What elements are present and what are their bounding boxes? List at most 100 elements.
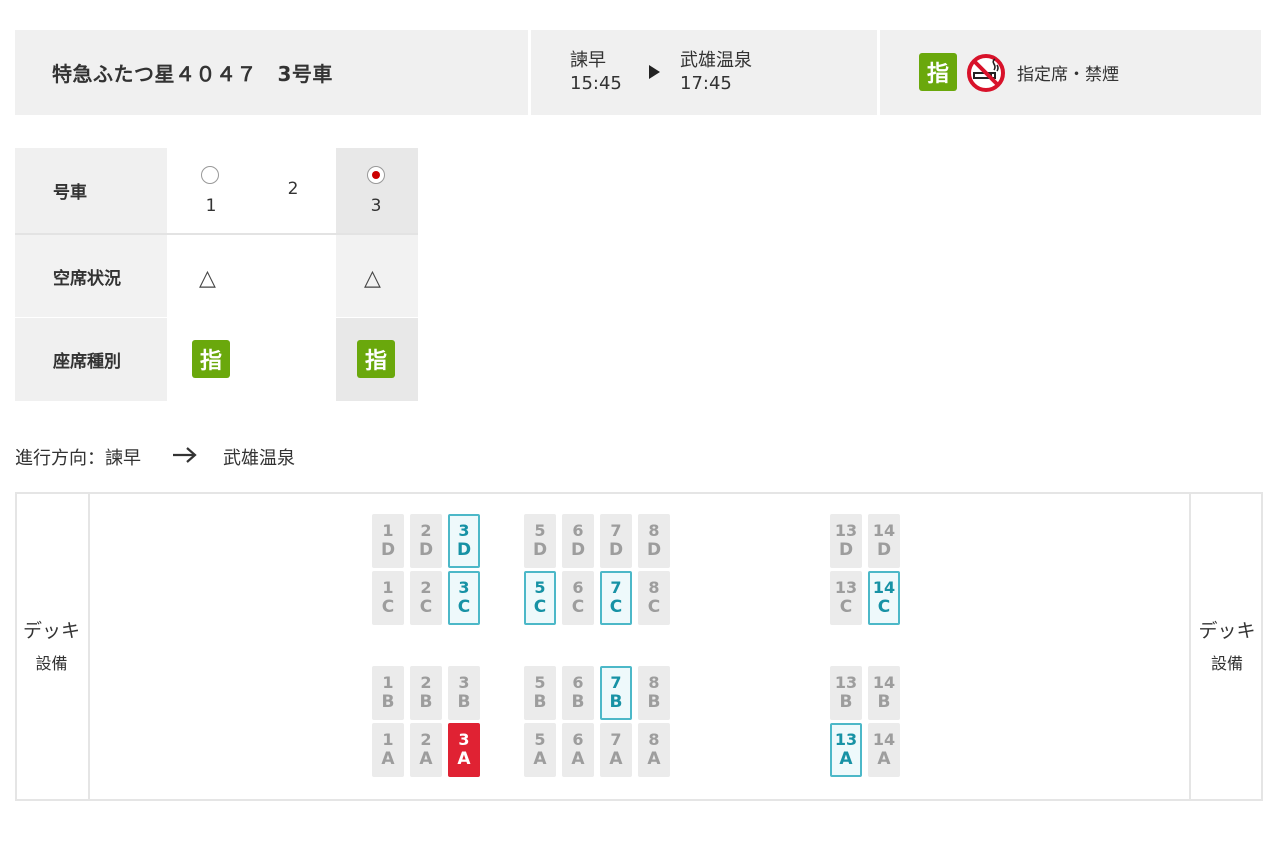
seat-row-number: 14 [872,672,896,692]
seat-letter: C [571,597,585,618]
seat-letter: B [381,692,395,713]
seat-row-number: 3 [458,672,470,692]
seat-letter: A [533,749,547,770]
direction-arrow-icon [173,447,197,463]
car-3-reserved-badge: 指 [357,340,395,378]
seat-1C: 1C [372,571,404,625]
seat-2D: 2D [410,514,442,568]
no-smoking-icon [967,54,1005,92]
seat-8A: 8A [638,723,670,777]
seat-row-number: 6 [572,672,584,692]
deck-left-label: デッキ [22,620,80,642]
seat-letter: C [647,597,661,618]
seat-5D: 5D [524,514,556,568]
car-number-row-label: 号車 [15,148,167,233]
train-title-panel: 特急ふたつ星４０４７ 3号車 [15,30,528,115]
seat-7B[interactable]: 7B [600,666,632,720]
seat-row-number: 1 [382,577,394,597]
seat-row-number: 7 [610,577,622,597]
seat-1A: 1A [372,723,404,777]
seat-class-row-label: 座席種別 [15,318,167,401]
car-3-radio[interactable] [367,166,385,184]
seat-8B: 8B [638,666,670,720]
car-1-radio[interactable] [201,166,219,184]
seat-2B: 2B [410,666,442,720]
seat-letter: A [609,749,623,770]
deck-right-label: デッキ [1198,620,1256,642]
seat-letter: D [876,540,892,561]
seat-letter: C [609,597,623,618]
seat-6A: 6A [562,723,594,777]
seat-7C[interactable]: 7C [600,571,632,625]
seat-1B: 1B [372,666,404,720]
seat-14A: 14 A [868,723,900,777]
seat-3A[interactable]: 3A [448,723,480,777]
seat-letter: B [877,692,891,713]
seat-row-number: 8 [648,672,660,692]
seat-13A[interactable]: 13 A [830,723,862,777]
direction-from: 進行方向：諫早 [15,448,141,469]
departure-time: 15:45 [570,73,622,94]
seat-letter: C [381,597,395,618]
seat-row-number: 2 [420,729,432,749]
seat-14B: 14 B [868,666,900,720]
seat-6B: 6B [562,666,594,720]
seat-5A: 5A [524,723,556,777]
deck-right: デッキ 設備 [1189,492,1263,801]
seat-letter: B [533,692,547,713]
seat-6D: 6D [562,514,594,568]
seat-7D: 7D [600,514,632,568]
seat-letter: C [457,597,471,618]
seat-row-number: 3 [458,520,470,540]
seat-row-number: 1 [382,672,394,692]
seat-letter: B [839,692,853,713]
seat-row-number: 6 [572,729,584,749]
arrow-right-icon [649,65,660,79]
seat-letter: A [457,749,471,770]
car-option-3[interactable]: 3 [361,160,391,220]
car-1-number: 1 [205,196,217,216]
car-2-number: 2 [287,179,299,199]
car-1-reserved-badge: 指 [192,340,230,378]
deck-left-facility-label: 設備 [35,654,68,673]
car-3-availability: △ [364,266,381,291]
seat-row-number: 8 [648,520,660,540]
seat-row-number: 5 [534,672,546,692]
seat-3D[interactable]: 3D [448,514,480,568]
seat-row-number: 13 [834,520,858,540]
departure-station: 諫早 [570,50,606,71]
seat-letter: C [839,597,853,618]
seat-row-number: 6 [572,520,584,540]
seat-letter: C [533,597,547,618]
seat-letter: D [646,540,662,561]
seat-8C: 8C [638,571,670,625]
seat-2C: 2C [410,571,442,625]
seat-letter: A [381,749,395,770]
seat-row-number: 3 [458,577,470,597]
seat-letter: D [570,540,586,561]
seat-row-number: 2 [420,577,432,597]
seat-5C[interactable]: 5C [524,571,556,625]
seat-letter: A [877,749,891,770]
seat-type-panel: 指 指定席・禁煙 [880,30,1261,115]
seat-row-number: 1 [382,729,394,749]
seat-row-number: 13 [834,729,858,749]
seat-2A: 2A [410,723,442,777]
deck-right-facility-label: 設備 [1210,654,1243,673]
table-divider [15,233,418,235]
seat-14C[interactable]: 14 C [868,571,900,625]
seat-letter: B [571,692,585,713]
seat-letter: C [877,597,891,618]
direction-to: 武雄温泉 [223,448,295,469]
seat-3C[interactable]: 3C [448,571,480,625]
seat-letter: D [608,540,624,561]
seat-row-number: 5 [534,577,546,597]
seat-letter: D [380,540,396,561]
seat-13B: 13 B [830,666,862,720]
route-panel: 諫早 15:45 武雄温泉 17:45 [531,30,877,115]
seat-letter: D [418,540,434,561]
seat-3B: 3B [448,666,480,720]
seat-row-number: 13 [834,577,858,597]
car-option-1[interactable]: 1 [196,160,226,220]
seat-7A: 7A [600,723,632,777]
